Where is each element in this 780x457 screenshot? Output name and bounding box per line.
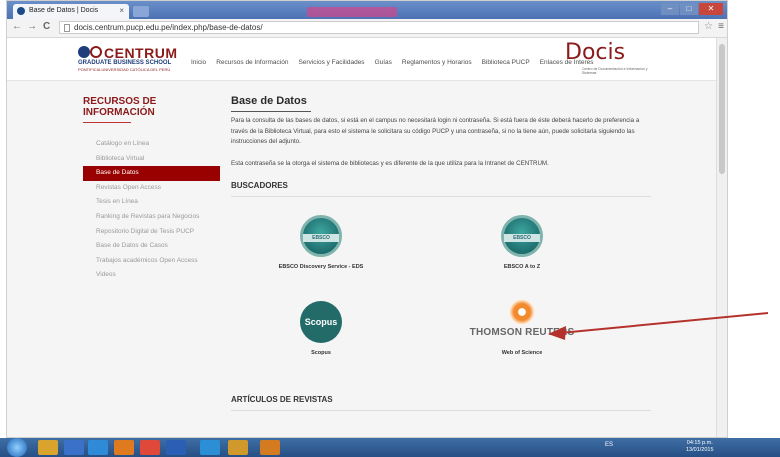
- page-icon: [64, 24, 70, 32]
- sidebar-item-revistas[interactable]: Revistas Open Access: [83, 181, 223, 196]
- db-ebsco-eds[interactable]: EBSCO EBSCO Discovery Service - EDS: [246, 214, 396, 270]
- sidebar-title: RECURSOS DE INFORMACIÓN: [83, 96, 157, 118]
- nav-item-recursos[interactable]: Recursos de Información: [216, 59, 288, 66]
- chrome-icon[interactable]: [140, 440, 160, 455]
- sidebar-item-casos[interactable]: Base de Datos de Casos: [83, 239, 223, 254]
- clock-time: 04:15 p.m.: [686, 440, 713, 446]
- clock-date: 13/01/2015: [686, 447, 714, 453]
- start-button[interactable]: [7, 438, 27, 457]
- word-icon[interactable]: [166, 440, 186, 455]
- title-underline: [231, 111, 311, 112]
- sidebar-divider: [83, 122, 131, 123]
- thomson-reuters-logo-icon[interactable]: [509, 298, 535, 325]
- logo-ring-icon: [90, 46, 102, 58]
- logo-word: CENTRUM: [104, 45, 178, 61]
- nav-item-reglamentos[interactable]: Reglamentos y Horarios: [402, 59, 472, 66]
- intro-paragraph: Para la consulta de las bases de datos, …: [231, 117, 640, 145]
- reload-icon[interactable]: C: [43, 21, 50, 32]
- main-content: Base de Datos Para la consulta de las ba…: [231, 95, 651, 411]
- logo-globe-icon: [78, 46, 90, 58]
- browser-tab[interactable]: Base de Datos | Docis ×: [13, 4, 129, 19]
- db-label-eds[interactable]: EBSCO Discovery Service - EDS: [246, 264, 396, 270]
- internet-explorer-icon[interactable]: [88, 440, 108, 455]
- nav-item-inicio[interactable]: Inicio: [191, 59, 206, 66]
- tab-close-icon[interactable]: ×: [119, 6, 124, 15]
- ebsco-logo-icon[interactable]: EBSCO: [501, 214, 543, 257]
- taskbar: ES 04:15 p.m. 13/01/2015: [0, 438, 780, 457]
- db-scopus[interactable]: Scopus Scopus: [246, 300, 396, 356]
- scrollbar-thumb[interactable]: [719, 44, 725, 174]
- db-web-of-science[interactable]: THOMSON REUTERS Web of Science: [447, 298, 597, 356]
- sidebar-item-trabajos[interactable]: Trabajos académicos Open Access: [83, 254, 223, 269]
- language-indicator[interactable]: ES: [605, 442, 613, 448]
- menu-icon[interactable]: ≡: [718, 21, 724, 32]
- folder-icon[interactable]: [228, 440, 248, 455]
- nav-item-guias[interactable]: Guías: [375, 59, 392, 66]
- new-tab-button[interactable]: [133, 6, 149, 17]
- sidebar-item-catalogo[interactable]: Catálogo en Línea: [83, 137, 223, 152]
- explorer-icon[interactable]: [38, 440, 58, 455]
- database-grid: EBSCO EBSCO Discovery Service - EDS EBSC…: [231, 197, 651, 397]
- back-arrow-icon[interactable]: ←: [12, 21, 22, 32]
- buscadores-heading: BUSCADORES: [231, 180, 288, 190]
- docis-subtitle: Centro de Documentación e Información y …: [582, 67, 648, 75]
- db-ebsco-atoz[interactable]: EBSCO EBSCO A to Z: [447, 214, 597, 270]
- page-viewport: CENTRUM GRADUATE BUSINESS SCHOOL PONTIFI…: [7, 38, 717, 437]
- forward-arrow-icon[interactable]: →: [27, 21, 37, 32]
- nav-item-servicios[interactable]: Servicios y Facilidades: [298, 59, 364, 66]
- blurred-tab[interactable]: [307, 7, 397, 17]
- ebsco-logo-text: EBSCO: [303, 233, 339, 242]
- site-header: CENTRUM GRADUATE BUSINESS SCHOOL PONTIFI…: [7, 38, 717, 81]
- password-paragraph: Esta contraseña se la otorga el sistema …: [231, 159, 549, 167]
- sidebar-item-videos[interactable]: Videos: [83, 268, 223, 283]
- centrum-logo[interactable]: CENTRUM GRADUATE BUSINESS SCHOOL PONTIFI…: [78, 45, 188, 74]
- ebsco-logo-icon[interactable]: EBSCO: [300, 214, 342, 257]
- logo-subtitle: GRADUATE BUSINESS SCHOOL: [78, 60, 172, 66]
- sidebar: RECURSOS DE INFORMACIÓN Catálogo en Líne…: [83, 96, 223, 283]
- sidebar-item-base-de-datos[interactable]: Base de Datos: [83, 166, 220, 181]
- logo-university: PONTIFICIA UNIVERSIDAD CATÓLICA DEL PERÚ: [78, 67, 171, 72]
- skype-icon[interactable]: [200, 440, 220, 455]
- browser-window: Base de Datos | Docis × – □ ✕ ← → C doci…: [6, 0, 728, 438]
- docis-word: Docis: [565, 40, 626, 65]
- minimize-button[interactable]: –: [661, 3, 679, 15]
- ebsco-logo-text: EBSCO: [504, 233, 540, 242]
- maximize-button[interactable]: □: [680, 3, 698, 15]
- db-label-wos[interactable]: Web of Science: [447, 350, 597, 356]
- centrum-favicon-icon: [17, 7, 25, 15]
- sidebar-item-biblioteca-virtual[interactable]: Biblioteca Virtual: [83, 152, 223, 167]
- bookmark-star-icon[interactable]: ☆: [704, 21, 713, 32]
- sidebar-item-repositorio[interactable]: Repositorio Digital de Tesis PUCP: [83, 225, 223, 240]
- powerpoint-icon[interactable]: [260, 440, 280, 455]
- media-player-icon[interactable]: [64, 440, 84, 455]
- window-controls: – □ ✕: [661, 3, 723, 15]
- firefox-icon[interactable]: [114, 440, 134, 455]
- address-bar[interactable]: docis.centrum.pucp.edu.pe/index.php/base…: [59, 21, 699, 34]
- tab-bar: Base de Datos | Docis × – □ ✕: [7, 1, 727, 19]
- page-title: Base de Datos: [231, 95, 307, 107]
- db-label-scopus[interactable]: Scopus: [246, 350, 396, 356]
- sidebar-item-ranking[interactable]: Ranking de Revistas para Negocios: [83, 210, 223, 225]
- tab-title: Base de Datos | Docis: [29, 7, 99, 14]
- main-nav: Inicio Recursos de Información Servicios…: [191, 59, 594, 66]
- sidebar-item-tesis[interactable]: Tesis en Línea: [83, 195, 223, 210]
- db-label-atoz[interactable]: EBSCO A to Z: [447, 264, 597, 270]
- page-scrollbar[interactable]: [716, 38, 727, 437]
- nav-item-biblioteca[interactable]: Biblioteca PUCP: [482, 59, 530, 66]
- thomson-reuters-wordmark: THOMSON REUTERS: [469, 326, 575, 338]
- articulos-divider: [231, 409, 651, 411]
- url-text: docis.centrum.pucp.edu.pe/index.php/base…: [74, 23, 263, 32]
- scopus-logo-icon[interactable]: Scopus: [300, 300, 342, 343]
- docis-logo[interactable]: Docis Centro de Documentación e Informac…: [565, 40, 655, 76]
- navigation-bar: ← → C docis.centrum.pucp.edu.pe/index.ph…: [7, 19, 727, 38]
- taskbar-clock[interactable]: 04:15 p.m. 13/01/2015: [686, 440, 714, 454]
- close-window-button[interactable]: ✕: [699, 3, 723, 15]
